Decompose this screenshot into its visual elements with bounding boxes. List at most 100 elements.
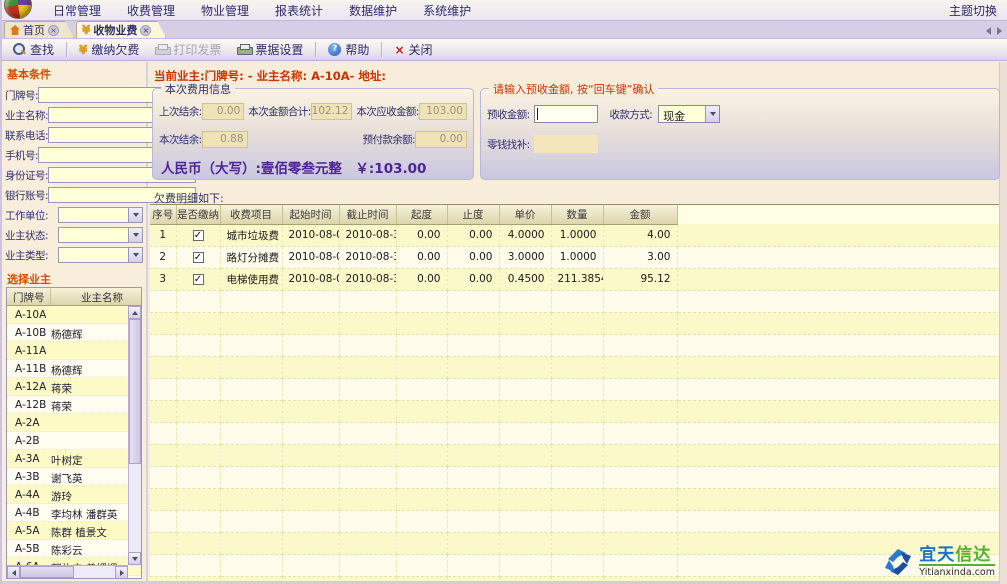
tab-collect-property-fee[interactable]: ¥ 收物业费 ×: [76, 21, 166, 38]
fee-row[interactable]: 2 ✓ 路灯分摊费 2010-08-01 2010-08-31 0.00 0.0…: [150, 246, 999, 268]
owner-row[interactable]: A-10A: [7, 306, 141, 324]
owner-row[interactable]: A-4B 李均林 潘群英: [7, 504, 141, 522]
empty-cell: [603, 378, 677, 400]
tab-fee-close-icon[interactable]: ×: [140, 25, 151, 36]
empty-cell: [396, 510, 447, 532]
scroll-up-icon[interactable]: [128, 306, 141, 319]
owner-row[interactable]: A-4A 游玲: [7, 486, 141, 504]
fee-column-header[interactable]: 序号: [150, 205, 176, 224]
empty-cell: [150, 334, 176, 356]
theme-switch-button[interactable]: 主题切换: [949, 2, 997, 19]
tab-scroll-right-icon[interactable]: [997, 27, 1002, 35]
fee-column-header[interactable]: 止度: [447, 205, 499, 224]
amount-cell: 95.12: [603, 268, 677, 290]
owner-row[interactable]: A-12A 蒋荣: [7, 378, 141, 396]
payment-method-select[interactable]: 现金: [658, 105, 720, 123]
empty-cell: [447, 510, 499, 532]
quantity-cell: 1.0000: [551, 246, 603, 268]
paid-cell: ✓: [176, 268, 220, 290]
fee-column-header[interactable]: 是否缴纳: [176, 205, 220, 224]
empty-cell: [677, 400, 999, 422]
hscroll-thumb[interactable]: [20, 566, 74, 578]
pay-arrears-button[interactable]: ¥ 缴纳欠费: [72, 40, 146, 59]
owner-door-cell: A-12B: [7, 396, 51, 413]
owner-door-cell: A-3A: [7, 450, 51, 467]
menu-property-management[interactable]: 物业管理: [188, 0, 262, 21]
fee-row[interactable]: 1 ✓ 城市垃圾费 2010-08-01 2010-08-31 0.00 0.0…: [150, 224, 999, 246]
quantity-cell: 1.0000: [551, 224, 603, 246]
owner-list-vscrollbar[interactable]: [128, 306, 141, 565]
fee-column-header[interactable]: 起始时间: [282, 205, 339, 224]
tab-home[interactable]: 首页 ×: [4, 21, 74, 38]
empty-cell: [499, 312, 551, 334]
fee-column-header[interactable]: 起度: [396, 205, 447, 224]
owner-row[interactable]: A-11B 杨德辉: [7, 360, 141, 378]
owner-list-hscrollbar[interactable]: [7, 565, 128, 578]
menu-report-statistics[interactable]: 报表统计: [262, 0, 336, 21]
chevron-down-icon[interactable]: [128, 208, 142, 222]
print-invoice-button[interactable]: 打印发票: [148, 40, 228, 59]
menu-system-maintenance[interactable]: 系统维护: [410, 0, 484, 21]
scroll-left-icon[interactable]: [7, 566, 20, 579]
owner-status-select[interactable]: [58, 227, 143, 243]
close-button[interactable]: × 关闭: [387, 40, 439, 59]
owner-type-select[interactable]: [58, 247, 143, 263]
scroll-down-icon[interactable]: [128, 552, 141, 565]
filler-cell: [677, 246, 999, 268]
help-button[interactable]: ? 帮助: [321, 40, 376, 59]
tab-home-label: 首页: [23, 22, 45, 38]
unit-price-cell: 4.0000: [499, 224, 551, 246]
fee-column-header[interactable]: 金额: [603, 205, 677, 224]
chevron-down-icon[interactable]: [128, 228, 142, 242]
owner-row[interactable]: A-12B 蒋荣: [7, 396, 141, 414]
window-right-edge: [999, 62, 1007, 584]
owner-type-label: 业主类型:: [5, 248, 58, 263]
empty-cell: [282, 532, 339, 554]
quantity-cell: 211.3854: [551, 268, 603, 290]
owner-row[interactable]: A-2A: [7, 414, 141, 432]
paid-checkbox[interactable]: ✓: [193, 230, 204, 241]
empty-cell: [447, 576, 499, 581]
empty-cell: [220, 532, 282, 554]
fee-column-header[interactable]: 截止时间: [339, 205, 396, 224]
receipt-setup-button[interactable]: 票据设置: [230, 40, 310, 59]
chevron-down-icon[interactable]: [128, 248, 142, 262]
empty-cell: [220, 378, 282, 400]
fee-column-header[interactable]: 收费项目: [220, 205, 282, 224]
find-button[interactable]: 查找: [6, 40, 61, 59]
paid-checkbox[interactable]: ✓: [193, 252, 204, 263]
empty-row: [150, 554, 999, 576]
owner-row[interactable]: A-3A 叶树定: [7, 450, 141, 468]
fee-column-header[interactable]: 单价: [499, 205, 551, 224]
owner-row[interactable]: A-5B 陈彩云: [7, 540, 141, 558]
toolbar: 查找 ¥ 缴纳欠费 打印发票 票据设置 ? 帮助 × 关闭: [2, 39, 1007, 61]
vscroll-thumb[interactable]: [129, 319, 141, 464]
empty-cell: [339, 400, 396, 422]
work-unit-select[interactable]: [58, 207, 143, 223]
menu-fee-management[interactable]: 收费管理: [114, 0, 188, 21]
tab-home-close-icon[interactable]: ×: [48, 25, 59, 36]
empty-cell: [176, 466, 220, 488]
chevron-down-icon[interactable]: [705, 106, 719, 122]
seq-cell: 3: [150, 268, 176, 290]
fee-column-header[interactable]: 数量: [551, 205, 603, 224]
filler-cell: [677, 268, 999, 290]
empty-cell: [499, 290, 551, 312]
name-column-header[interactable]: 业主名称: [51, 288, 141, 305]
empty-cell: [677, 312, 999, 334]
owner-row[interactable]: A-3B 谢飞英: [7, 468, 141, 486]
empty-cell: [220, 334, 282, 356]
owner-row[interactable]: A-5A 陈群 植景文: [7, 522, 141, 540]
tab-scroll-left-icon[interactable]: [986, 27, 991, 35]
scroll-right-icon[interactable]: [115, 566, 128, 579]
prepay-amount-input[interactable]: [534, 105, 598, 123]
fee-row[interactable]: 3 ✓ 电梯使用费 2010-08-01 2010-08-31 0.00 0.0…: [150, 268, 999, 290]
menu-data-maintenance[interactable]: 数据维护: [336, 0, 410, 21]
owner-row[interactable]: A-10B 杨德辉: [7, 324, 141, 342]
paid-checkbox[interactable]: ✓: [193, 274, 204, 285]
empty-cell: [282, 356, 339, 378]
door-column-header[interactable]: 门牌号: [7, 288, 51, 305]
owner-row[interactable]: A-11A: [7, 342, 141, 360]
owner-row[interactable]: A-2B: [7, 432, 141, 450]
menu-daily-management[interactable]: 日常管理: [40, 0, 114, 21]
